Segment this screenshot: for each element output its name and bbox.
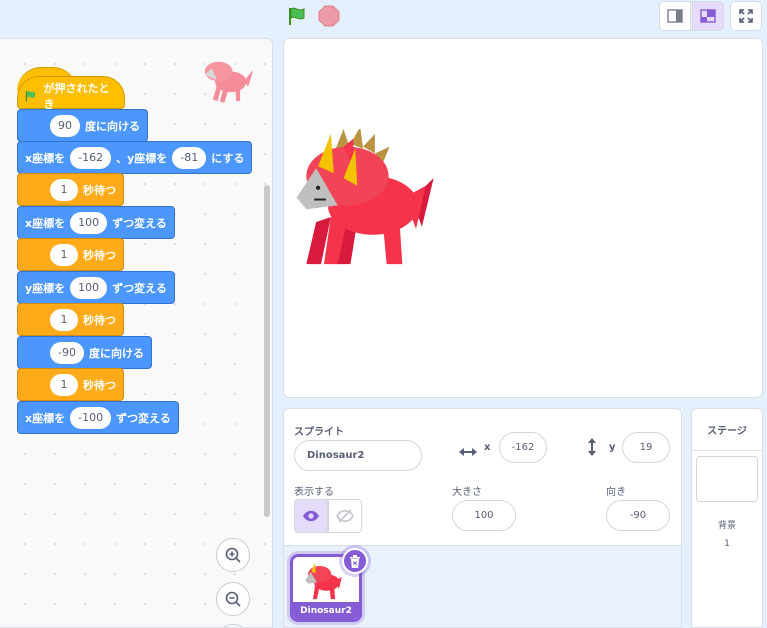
block-text: 秒待つ bbox=[83, 378, 116, 392]
sprite-info-pane: スプライト Dinosaur2 x -162 y 19 表示する 大きさ 100… bbox=[283, 408, 682, 628]
seconds-input[interactable]: 1 bbox=[50, 243, 78, 266]
point-in-direction-block[interactable]: 90 度に向ける bbox=[17, 109, 148, 142]
wait-block[interactable]: 1 秒待つ bbox=[17, 173, 124, 206]
dinosaur-thumbnail bbox=[305, 562, 342, 600]
dx-input[interactable]: -100 bbox=[70, 406, 112, 429]
green-flag-icon[interactable] bbox=[286, 5, 308, 27]
x-input[interactable]: -162 bbox=[70, 146, 112, 169]
block-text: 秒待つ bbox=[83, 248, 116, 262]
trash-icon bbox=[350, 554, 360, 568]
large-stage-icon bbox=[700, 9, 716, 23]
block-text: ずつ変える bbox=[112, 281, 167, 295]
block-text: 秒待つ bbox=[83, 313, 116, 327]
stage-thumbnail[interactable] bbox=[696, 456, 758, 502]
fullscreen-button[interactable] bbox=[730, 1, 762, 31]
sprite-list: Dinosaur2 bbox=[284, 545, 681, 627]
when-flag-clicked-block[interactable]: が押されたとき bbox=[17, 76, 125, 111]
zoom-reset-button[interactable] bbox=[216, 624, 250, 627]
seconds-input[interactable]: 1 bbox=[50, 373, 78, 396]
change-y-block[interactable]: y座標を 100 ずつ変える bbox=[17, 271, 175, 304]
stop-icon[interactable] bbox=[318, 5, 340, 27]
size-label: 大きさ bbox=[452, 487, 482, 498]
zoom-out-icon bbox=[225, 591, 241, 607]
sprite-tile-name: Dinosaur2 bbox=[293, 602, 359, 619]
vertical-arrows-icon bbox=[588, 438, 596, 456]
green-flag-icon bbox=[25, 90, 36, 102]
dinosaur-sprite[interactable] bbox=[296, 129, 444, 271]
go-to-xy-block[interactable]: x座標を -162 、y座標を -81 にする bbox=[17, 141, 253, 174]
sprite-name-input[interactable]: Dinosaur2 bbox=[294, 440, 422, 471]
dx-input[interactable]: 100 bbox=[70, 211, 108, 234]
point-in-direction-block[interactable]: -90 度に向ける bbox=[17, 336, 152, 369]
large-stage-button[interactable] bbox=[692, 1, 724, 31]
stage[interactable] bbox=[283, 38, 763, 398]
wait-block[interactable]: 1 秒待つ bbox=[17, 238, 124, 271]
y-input[interactable]: 19 bbox=[622, 432, 670, 463]
change-x-block[interactable]: x座標を 100 ずつ変える bbox=[17, 206, 175, 239]
block-text: 度に向ける bbox=[88, 346, 144, 360]
block-text: x座標を bbox=[25, 216, 66, 230]
dy-input[interactable]: 100 bbox=[70, 276, 108, 299]
seconds-input[interactable]: 1 bbox=[50, 178, 78, 201]
backdrop-count: 1 bbox=[724, 539, 730, 549]
delete-sprite-button[interactable] bbox=[342, 548, 368, 574]
eye-slash-icon bbox=[336, 509, 354, 523]
block-text: にする bbox=[211, 151, 245, 165]
block-text: ずつ変える bbox=[112, 216, 167, 230]
direction-input[interactable]: -90 bbox=[606, 500, 670, 531]
hide-button[interactable] bbox=[328, 499, 362, 533]
dinosaur-sprite-watermark bbox=[204, 61, 254, 103]
block-text: 、y座標を bbox=[116, 151, 168, 165]
x-input[interactable]: -162 bbox=[499, 432, 547, 463]
sprite-label: スプライト bbox=[294, 427, 344, 438]
block-text: x座標を bbox=[25, 151, 66, 165]
block-text: 秒待つ bbox=[83, 183, 116, 197]
size-input[interactable]: 100 bbox=[452, 500, 516, 531]
small-stage-icon bbox=[667, 9, 683, 23]
stage-title: ステージ bbox=[692, 409, 762, 451]
stage-pane[interactable]: ステージ 背景 1 bbox=[691, 408, 763, 628]
y-input[interactable]: -81 bbox=[172, 146, 207, 169]
block-text: 度に向ける bbox=[85, 119, 140, 133]
wait-block[interactable]: 1 秒待つ bbox=[17, 303, 124, 336]
code-scrollbar[interactable] bbox=[264, 185, 270, 517]
block-text: ずつ変える bbox=[116, 411, 171, 425]
block-text: y座標を bbox=[25, 281, 66, 295]
code-area[interactable]: が押されたとき 90 度に向ける x座標を -162 、y座標を -81 にする… bbox=[0, 38, 273, 628]
show-button[interactable] bbox=[294, 499, 328, 533]
small-stage-button[interactable] bbox=[659, 1, 691, 31]
zoom-in-button[interactable] bbox=[216, 538, 250, 572]
block-text: が押されたとき bbox=[43, 81, 110, 111]
direction-input[interactable]: -90 bbox=[50, 341, 84, 364]
direction-input[interactable]: 90 bbox=[50, 114, 80, 137]
block-text: x座標を bbox=[25, 411, 66, 425]
y-label: y bbox=[609, 442, 616, 453]
change-x-block[interactable]: x座標を -100 ずつ変える bbox=[17, 401, 179, 434]
wait-block[interactable]: 1 秒待つ bbox=[17, 368, 124, 401]
zoom-in-icon bbox=[225, 547, 241, 563]
x-label: x bbox=[484, 442, 491, 453]
seconds-input[interactable]: 1 bbox=[50, 308, 78, 331]
fullscreen-icon bbox=[739, 9, 753, 23]
direction-label: 向き bbox=[606, 487, 626, 498]
show-label: 表示する bbox=[294, 487, 334, 498]
zoom-out-button[interactable] bbox=[216, 582, 250, 616]
horizontal-arrows-icon bbox=[459, 448, 477, 456]
eye-icon bbox=[303, 510, 319, 522]
backdrop-label: 背景 bbox=[717, 521, 736, 531]
